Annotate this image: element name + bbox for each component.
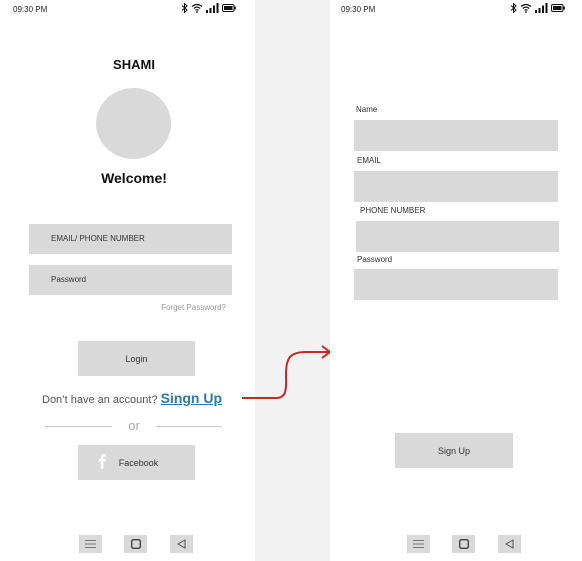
signup-prompt: Don’t have an account? Singn Up (42, 390, 222, 406)
signup-button[interactable]: Sign Up (395, 433, 513, 468)
menu-icon (413, 540, 424, 548)
name-input[interactable] (354, 120, 558, 151)
password-input[interactable]: Password (29, 265, 232, 295)
flow-arrow (242, 345, 332, 399)
email-phone-input[interactable]: EMAIL/ PHONE NUMBER (29, 224, 232, 254)
nav-home-button[interactable] (124, 535, 147, 553)
signal-icon (535, 3, 548, 13)
nav-menu-button[interactable] (79, 535, 102, 553)
home-square-icon (130, 539, 141, 549)
avatar (96, 88, 171, 159)
back-triangle-icon (177, 539, 186, 549)
back-triangle-icon (505, 539, 514, 549)
divider-left (45, 426, 112, 427)
or-divider-text: or (128, 418, 140, 433)
home-square-icon (458, 539, 469, 549)
bluetooth-icon (510, 3, 517, 13)
facebook-icon (98, 454, 106, 469)
status-icons (181, 3, 236, 13)
facebook-label: Facebook (118, 457, 159, 468)
nav-menu-button[interactable] (407, 535, 430, 553)
battery-icon (222, 4, 236, 12)
nav-home-button[interactable] (452, 535, 475, 553)
login-button[interactable]: Login (78, 341, 195, 376)
name-label: Name (356, 105, 378, 114)
password-input[interactable] (354, 269, 558, 300)
wifi-icon (520, 3, 532, 13)
status-time: 09:30 PM (13, 5, 48, 14)
email-label: EMAIL (357, 156, 382, 165)
email-phone-placeholder: EMAIL/ PHONE NUMBER (51, 234, 145, 243)
nav-back-button[interactable] (498, 535, 521, 553)
signup-link[interactable]: Singn Up (161, 390, 222, 406)
status-time: 09:30 PM (341, 5, 376, 14)
app-title: SHAMI (113, 57, 155, 72)
email-input[interactable] (354, 171, 558, 202)
password-placeholder: Password (51, 275, 87, 284)
password-label: Password (357, 255, 393, 264)
forgot-password-link[interactable]: Forget Password? (120, 303, 226, 312)
battery-icon (551, 4, 565, 12)
welcome-heading: Welcome! (101, 170, 167, 186)
phone-input[interactable] (356, 221, 559, 252)
no-account-text: Don’t have an account? (42, 394, 158, 406)
login-screen: 09:30 PM SHAMI Welcome! EMAIL/ PHONE NUM… (0, 0, 255, 561)
nav-back-button[interactable] (170, 535, 193, 553)
menu-icon (85, 540, 96, 548)
bluetooth-icon (181, 3, 188, 13)
divider-right (156, 426, 222, 427)
facebook-button[interactable]: Facebook (78, 445, 195, 480)
signup-screen: 09:30 PM Name EMAIL PHONE NUMBER Passwor… (330, 0, 582, 561)
signal-icon (206, 3, 219, 13)
phone-label: PHONE NUMBER (360, 206, 426, 215)
wifi-icon (191, 3, 203, 13)
status-icons (510, 3, 565, 13)
